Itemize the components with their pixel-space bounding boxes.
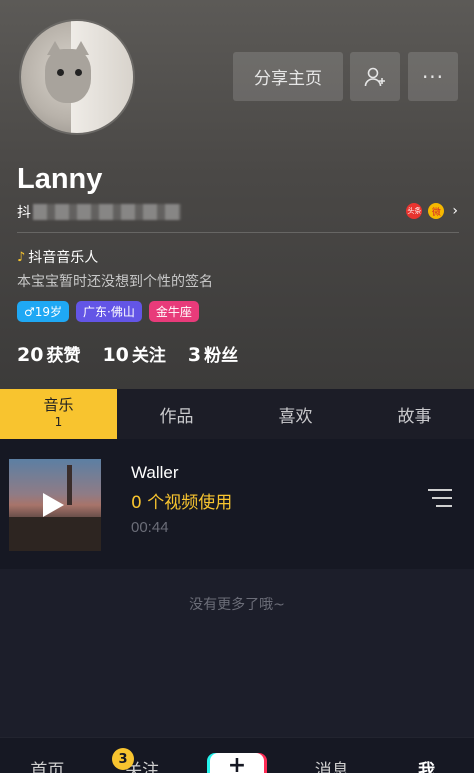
profile-tabs: 音乐 1 作品 喜欢 故事 [0, 389, 474, 439]
nav-home[interactable]: 首页 [0, 738, 95, 773]
list-menu-icon[interactable] [428, 489, 454, 509]
cat-head [45, 49, 91, 103]
zodiac-tag: 金牛座 [148, 301, 199, 322]
no-more-text: 没有更多了哦~ [189, 597, 285, 613]
more-button[interactable]: ··· [408, 52, 458, 101]
song-title: Waller [131, 463, 179, 482]
chevron-right-icon[interactable]: › [452, 203, 458, 219]
add-user-icon [364, 67, 385, 86]
musician-badge: ♪ 抖音音乐人 [17, 247, 98, 267]
toutiao-icon[interactable]: 头条 [406, 203, 423, 219]
stat-followers[interactable]: 3 粉丝 [188, 341, 238, 366]
cover-spire [67, 465, 72, 505]
follow-badge: 3 [112, 748, 134, 770]
play-icon[interactable] [43, 493, 64, 517]
song-cover[interactable] [9, 459, 101, 551]
music-note-icon: ♪ [17, 249, 26, 265]
tab-label: 音乐 [43, 396, 74, 414]
tab-stories[interactable]: 故事 [355, 389, 474, 439]
share-profile-button[interactable]: 分享主页 [233, 52, 343, 101]
weibo-icon[interactable]: 微 [428, 203, 445, 219]
divider [17, 232, 459, 233]
profile-stats: 20 获赞 10 关注 3 粉丝 [17, 341, 238, 366]
bottom-nav: 首页 关注 消息 我 3 + [0, 737, 474, 773]
cat-eye-left [57, 69, 64, 76]
role-label: 抖音音乐人 [28, 250, 99, 266]
stat-following[interactable]: 10 关注 [102, 341, 165, 366]
tab-count: 1 [54, 415, 63, 429]
signature: 本宝宝暂时还没想到个性的签名 [17, 274, 213, 290]
tab-likes[interactable]: 喜欢 [236, 389, 355, 439]
tab-works[interactable]: 作品 [117, 389, 236, 439]
nav-me[interactable]: 我 [379, 738, 474, 773]
create-button[interactable]: + [210, 753, 264, 773]
avatar[interactable] [19, 19, 135, 135]
profile-tags: ♂19岁 广东·佛山 金牛座 [17, 301, 199, 322]
cover-buildings [9, 517, 101, 551]
cat-eye-right [75, 69, 82, 76]
douyin-id: 抖 [17, 202, 181, 222]
profile-header: 分享主页 ··· Lanny 抖 头条 微 › ♪ 抖音音乐人 本宝宝暂时还没想… [0, 0, 474, 389]
nav-messages[interactable]: 消息 [284, 738, 379, 773]
song-duration: 00:44 [131, 519, 169, 536]
profile-name: Lanny [17, 163, 103, 195]
add-friend-button[interactable] [350, 52, 400, 101]
social-links[interactable]: 头条 微 › [406, 203, 458, 219]
song-usage: 0 个视频使用 [131, 493, 233, 513]
age-tag: ♂19岁 [17, 301, 70, 322]
location-tag: 广东·佛山 [76, 301, 142, 322]
nav-follow[interactable]: 关注 [95, 738, 190, 773]
tab-music[interactable]: 音乐 1 [0, 389, 117, 439]
blurred-id [33, 204, 181, 220]
stat-likes[interactable]: 20 获赞 [17, 341, 80, 366]
music-list-item[interactable]: Waller 0 个视频使用 00:44 [0, 439, 474, 569]
id-prefix: 抖 [17, 205, 31, 221]
